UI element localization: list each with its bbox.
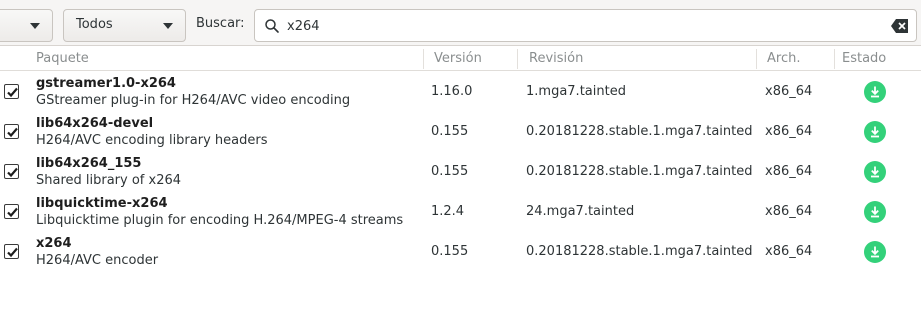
package-version: 0.155 [431,124,469,139]
chevron-down-icon [30,23,40,29]
package-description: Libquicktime plugin for encoding H.264/M… [36,213,404,228]
package-name: gstreamer1.0-x264 [36,76,176,91]
search-icon [265,19,279,33]
column-header-status[interactable]: Estado [842,51,886,66]
package-arch: x86_64 [765,244,813,259]
download-icon[interactable] [864,121,886,143]
clear-text-icon[interactable] [891,18,909,34]
column-header-version[interactable]: Versión [434,51,482,66]
column-separator [517,49,518,69]
download-icon[interactable] [864,161,886,183]
checkmark-icon [7,207,18,218]
table-row[interactable]: lib64x264_155 Shared library of x264 0.1… [0,152,921,192]
row-checkbox[interactable] [4,204,19,219]
package-arch: x86_64 [765,124,813,139]
package-revision: 24.mga7.tainted [526,204,635,219]
package-description: H264/AVC encoding library headers [36,133,268,148]
download-icon[interactable] [864,201,886,223]
package-version: 1.2.4 [431,204,465,219]
package-version: 0.155 [431,244,469,259]
package-arch: x86_64 [765,164,813,179]
package-description: Shared library of x264 [36,173,182,188]
table-header: Paquete Versión Revisión Arch. Estado [0,47,921,71]
package-name: libquicktime-x264 [36,196,168,211]
package-arch: x86_64 [765,84,813,99]
checkmark-icon [7,127,18,138]
group-filter-dropdown[interactable] [0,9,53,42]
checkmark-icon [7,87,18,98]
package-description: H264/AVC encoder [36,253,159,268]
package-revision: 0.20181228.stable.1.mga7.tainted [526,124,753,139]
table-row[interactable]: x264 H264/AVC encoder 0.155 0.20181228.s… [0,232,921,272]
checkmark-icon [7,167,18,178]
package-name: lib64x264-devel [36,116,154,131]
package-name: x264 [36,236,72,251]
package-revision: 1.mga7.tainted [526,84,626,99]
status-filter-value: Todos [76,17,113,32]
download-icon[interactable] [864,241,886,263]
search-field[interactable] [254,9,917,42]
search-input[interactable] [287,16,867,36]
table-row[interactable]: gstreamer1.0-x264 GStreamer plug-in for … [0,72,921,112]
table-row[interactable]: lib64x264-devel H264/AVC encoding librar… [0,112,921,152]
status-filter-dropdown[interactable]: Todos [63,9,186,42]
package-version: 1.16.0 [431,84,473,99]
checkmark-icon [7,247,18,258]
package-revision: 0.20181228.stable.1.mga7.tainted [526,244,753,259]
package-arch: x86_64 [765,204,813,219]
package-revision: 0.20181228.stable.1.mga7.tainted [526,164,753,179]
row-checkbox[interactable] [4,84,19,99]
column-separator [834,49,835,69]
table-row[interactable]: libquicktime-x264 Libquicktime plugin fo… [0,192,921,232]
row-checkbox[interactable] [4,164,19,179]
package-version: 0.155 [431,164,469,179]
toolbar: Todos Buscar: [0,0,921,46]
column-header-arch[interactable]: Arch. [767,51,800,66]
row-checkbox[interactable] [4,244,19,259]
search-label: Buscar: [196,16,245,31]
row-checkbox[interactable] [4,124,19,139]
column-separator [423,49,424,69]
download-icon[interactable] [864,81,886,103]
package-name: lib64x264_155 [36,156,142,171]
column-separator [756,49,757,69]
package-description: GStreamer plug-in for H264/AVC video enc… [36,93,351,108]
column-header-revision[interactable]: Revisión [529,51,583,66]
column-header-package[interactable]: Paquete [36,51,89,66]
chevron-down-icon [163,23,173,29]
